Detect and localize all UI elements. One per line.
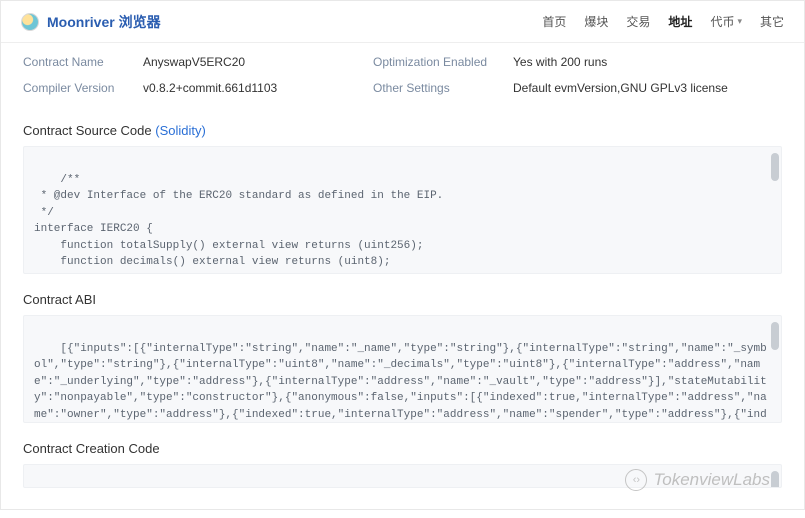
compiler-value: v0.8.2+commit.661d1103: [143, 81, 353, 95]
abi-text: [{"inputs":[{"internalType":"string","na…: [34, 343, 767, 424]
nav-address[interactable]: 地址: [668, 13, 692, 30]
nav-token-label: 代币: [710, 13, 734, 30]
scrollbar-thumb[interactable]: [771, 153, 779, 181]
scrollbar-thumb[interactable]: [771, 471, 779, 488]
contract-name-label: Contract Name: [23, 55, 123, 69]
optimization-label: Optimization Enabled: [373, 55, 493, 69]
optimization-value: Yes with 200 runs: [513, 55, 782, 69]
other-settings-value: Default evmVersion,GNU GPLv3 license: [513, 81, 782, 95]
source-code-text: /** * @dev Interface of the ERC20 standa…: [34, 174, 608, 275]
abi-section-title: Contract ABI: [23, 292, 782, 307]
scrollbar-thumb[interactable]: [771, 322, 779, 350]
nav-txs[interactable]: 交易: [626, 13, 650, 30]
source-title-lang: (Solidity): [155, 123, 206, 138]
compiler-label: Compiler Version: [23, 81, 123, 95]
nav-other[interactable]: 其它: [760, 13, 784, 30]
watermark: ‹› TokenviewLabs: [625, 469, 770, 491]
contract-name-value: AnyswapV5ERC20: [143, 55, 353, 69]
source-section-title: Contract Source Code (Solidity): [23, 123, 782, 138]
chevron-down-icon: ▾: [737, 16, 742, 27]
contract-meta: Contract Name AnyswapV5ERC20 Optimizatio…: [23, 55, 782, 95]
nav-token[interactable]: 代币 ▾: [710, 13, 742, 30]
content-area: Contract Name AnyswapV5ERC20 Optimizatio…: [1, 43, 804, 518]
creation-section-title: Contract Creation Code: [23, 441, 782, 456]
source-title-text: Contract Source Code: [23, 123, 155, 138]
nav-blocks[interactable]: 爆块: [584, 13, 608, 30]
watermark-badge-icon: ‹›: [625, 469, 647, 491]
other-settings-label: Other Settings: [373, 81, 493, 95]
top-header: Moonriver 浏览器 首页 爆块 交易 地址 代币 ▾ 其它: [1, 1, 804, 43]
watermark-text: TokenviewLabs: [653, 470, 770, 490]
abi-box[interactable]: [{"inputs":[{"internalType":"string","na…: [23, 315, 782, 423]
nav-home[interactable]: 首页: [542, 13, 566, 30]
logo-icon: [21, 13, 39, 31]
source-code-box[interactable]: /** * @dev Interface of the ERC20 standa…: [23, 146, 782, 274]
brand: Moonriver 浏览器: [21, 12, 161, 32]
top-nav: 首页 爆块 交易 地址 代币 ▾ 其它: [542, 13, 784, 30]
brand-title: Moonriver 浏览器: [47, 12, 161, 32]
